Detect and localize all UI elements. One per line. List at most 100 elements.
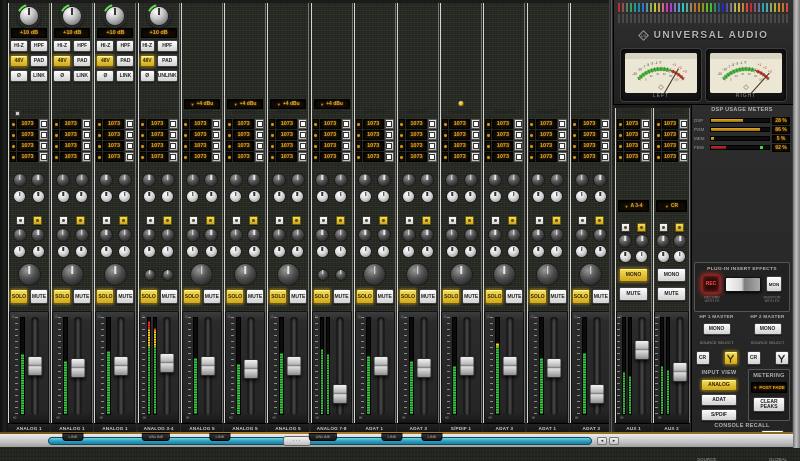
aux-mute-button[interactable]: MUTE — [619, 287, 648, 301]
hp1-send-knob[interactable] — [186, 228, 200, 242]
link-button[interactable]: LINK — [381, 433, 402, 441]
mute-button[interactable]: MUTE — [592, 289, 610, 304]
aux2-pan-knob[interactable] — [507, 190, 520, 203]
hp1-pre-button[interactable] — [621, 223, 630, 232]
insert-edit-icon[interactable] — [298, 130, 307, 140]
insert-power-icon[interactable] — [655, 130, 661, 140]
solo-button[interactable]: SOLO — [399, 289, 417, 304]
insert-slot[interactable]: 1073 — [572, 152, 610, 162]
insert-plugin-display[interactable]: 1073 — [492, 152, 513, 162]
insert-power-icon[interactable] — [269, 130, 275, 140]
insert-power-icon[interactable] — [53, 119, 59, 129]
insert-effects-rocker-switch[interactable] — [725, 277, 761, 292]
hp1-pre-button[interactable] — [146, 216, 155, 225]
insert-plugin-display[interactable]: 1073 — [624, 130, 640, 140]
hp2-send-knob[interactable] — [31, 228, 45, 242]
hp1-pan-knob[interactable] — [273, 245, 286, 258]
insert-power-icon[interactable] — [53, 152, 59, 162]
insert-power-icon[interactable] — [485, 130, 491, 140]
insert-power-icon[interactable] — [183, 130, 189, 140]
hp2-pre-button[interactable] — [675, 223, 684, 232]
insert-edit-icon[interactable] — [298, 152, 307, 162]
hp1-pre-button[interactable] — [319, 216, 328, 225]
insert-edit-icon[interactable] — [298, 141, 307, 151]
aux-mute-button[interactable]: MUTE — [657, 287, 686, 301]
input-view-analog-button[interactable]: ANALOG — [701, 379, 737, 391]
aux1-pan-knob[interactable] — [489, 190, 502, 203]
hp2-send-knob[interactable] — [420, 228, 434, 242]
fader-cap[interactable] — [287, 356, 302, 376]
insert-edit-icon[interactable] — [679, 119, 688, 129]
insert-plugin-display[interactable]: 1073 — [233, 141, 254, 151]
insert-power-icon[interactable] — [655, 152, 661, 162]
hp1-send-knob[interactable] — [358, 228, 372, 242]
insert-edit-icon[interactable] — [558, 130, 567, 140]
insert-power-icon[interactable] — [140, 152, 146, 162]
channel-fader[interactable] — [70, 317, 86, 415]
insert-power-icon[interactable] — [617, 152, 623, 162]
hp2-pan-knob[interactable] — [334, 245, 347, 258]
insert-power-icon[interactable] — [655, 141, 661, 151]
aux2-send-knob[interactable] — [247, 173, 261, 187]
aux1-pan-knob[interactable] — [13, 190, 26, 203]
aux1-send-knob[interactable] — [13, 173, 27, 187]
insert-edit-icon[interactable] — [558, 141, 567, 151]
hp1-send-knob[interactable] — [488, 228, 502, 242]
insert-plugin-display[interactable]: 1073 — [492, 119, 513, 129]
insert-power-icon[interactable] — [226, 119, 232, 129]
fader-cap[interactable] — [635, 340, 650, 360]
insert-plugin-display[interactable]: 1073 — [536, 152, 557, 162]
insert-plugin-display[interactable]: 1073 — [17, 119, 38, 129]
insert-slot[interactable]: 1073 — [442, 119, 480, 129]
mute-button[interactable]: MUTE — [419, 289, 437, 304]
insert-plugin-display[interactable]: 1073 — [276, 130, 297, 140]
hp2-pan-knob[interactable] — [673, 250, 686, 263]
fader-cap[interactable] — [333, 384, 348, 404]
insert-slot[interactable]: 1073 — [10, 130, 48, 140]
preamp-48v-button[interactable]: 48V — [140, 55, 155, 67]
solo-button[interactable]: SOLO — [313, 289, 331, 304]
insert-plugin-display[interactable]: 1073 — [147, 119, 168, 129]
preamp-hi-z-button[interactable]: HI-Z — [140, 40, 155, 52]
aux2-pan-knob[interactable] — [377, 190, 390, 203]
channel-fader[interactable] — [27, 317, 43, 415]
hp1-pre-button[interactable] — [189, 216, 198, 225]
hp1-pan-knob[interactable] — [489, 245, 502, 258]
insert-plugin-display[interactable]: 1073 — [233, 152, 254, 162]
aux2-pan-knob[interactable] — [291, 190, 304, 203]
insert-power-icon[interactable] — [617, 130, 623, 140]
hp1-mono-button[interactable]: MONO — [703, 323, 731, 335]
insert-edit-icon[interactable] — [82, 130, 91, 140]
insert-edit-icon[interactable] — [169, 141, 178, 151]
insert-slot[interactable]: 1073 — [10, 152, 48, 162]
aux2-send-knob[interactable] — [118, 173, 132, 187]
link-button[interactable]: LINK — [209, 433, 230, 441]
insert-edit-icon[interactable] — [39, 119, 48, 129]
insert-slot[interactable]: 1073 — [313, 152, 351, 162]
insert-edit-icon[interactable] — [342, 141, 351, 151]
solo-button[interactable]: SOLO — [183, 289, 201, 304]
insert-slot[interactable]: 1073 — [655, 119, 688, 129]
aux2-send-knob[interactable] — [377, 173, 391, 187]
link-button[interactable]: LINK — [62, 433, 83, 441]
insert-plugin-display[interactable]: 1073 — [147, 141, 168, 151]
insert-plugin-display[interactable]: 1073 — [536, 130, 557, 140]
aux1-pan-knob[interactable] — [143, 190, 156, 203]
fader-cap[interactable] — [200, 356, 215, 376]
scrollbar-thumb[interactable]: ··· — [283, 436, 311, 446]
fader-cap[interactable] — [28, 356, 43, 376]
insert-plugin-display[interactable]: 1073 — [579, 130, 600, 140]
insert-power-icon[interactable] — [313, 130, 319, 140]
hp2-pre-button[interactable] — [206, 216, 215, 225]
hp1-pan-knob[interactable] — [143, 245, 156, 258]
aux2-send-knob[interactable] — [161, 173, 175, 187]
channel-fader[interactable] — [113, 317, 129, 415]
mute-button[interactable]: MUTE — [73, 289, 91, 304]
insert-edit-icon[interactable] — [514, 152, 523, 162]
record-with-fx-button[interactable]: REC — [702, 275, 720, 293]
insert-slot[interactable]: 1073 — [226, 130, 264, 140]
insert-slot[interactable]: 1073 — [140, 152, 178, 162]
insert-edit-icon[interactable] — [679, 130, 688, 140]
channel-fader[interactable] — [672, 317, 688, 415]
insert-plugin-display[interactable]: 1073 — [103, 130, 124, 140]
